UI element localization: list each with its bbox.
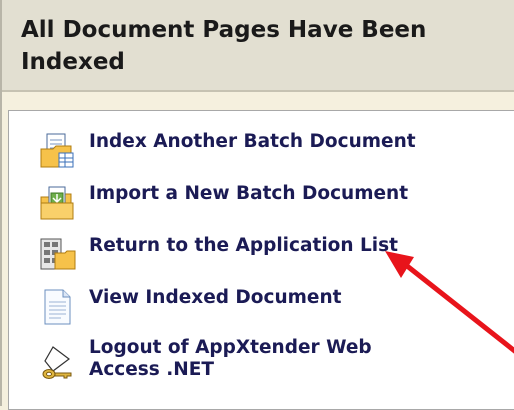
menu-item-label[interactable]: Index Another Batch Document bbox=[89, 131, 416, 153]
page-title: All Document Pages Have Been Indexed bbox=[21, 17, 427, 75]
action-menu: Index Another Batch Document Import a Ne… bbox=[8, 110, 514, 410]
batch-document-icon bbox=[40, 133, 74, 168]
menu-item-label[interactable]: Return to the Application List bbox=[89, 235, 398, 257]
panel-header: All Document Pages Have Been Indexed bbox=[2, 0, 514, 92]
menu-item-label[interactable]: Logout of AppXtender Web Access .NET bbox=[89, 337, 372, 381]
document-icon bbox=[44, 289, 71, 325]
menu-item-label[interactable]: View Indexed Document bbox=[89, 287, 341, 309]
menu-item-label[interactable]: Import a New Batch Document bbox=[89, 183, 408, 205]
indexing-complete-panel: All Document Pages Have Been Indexed Ind… bbox=[0, 0, 514, 410]
import-folder-icon bbox=[40, 186, 74, 220]
key-logout-icon bbox=[42, 346, 72, 379]
application-list-icon bbox=[40, 238, 76, 270]
